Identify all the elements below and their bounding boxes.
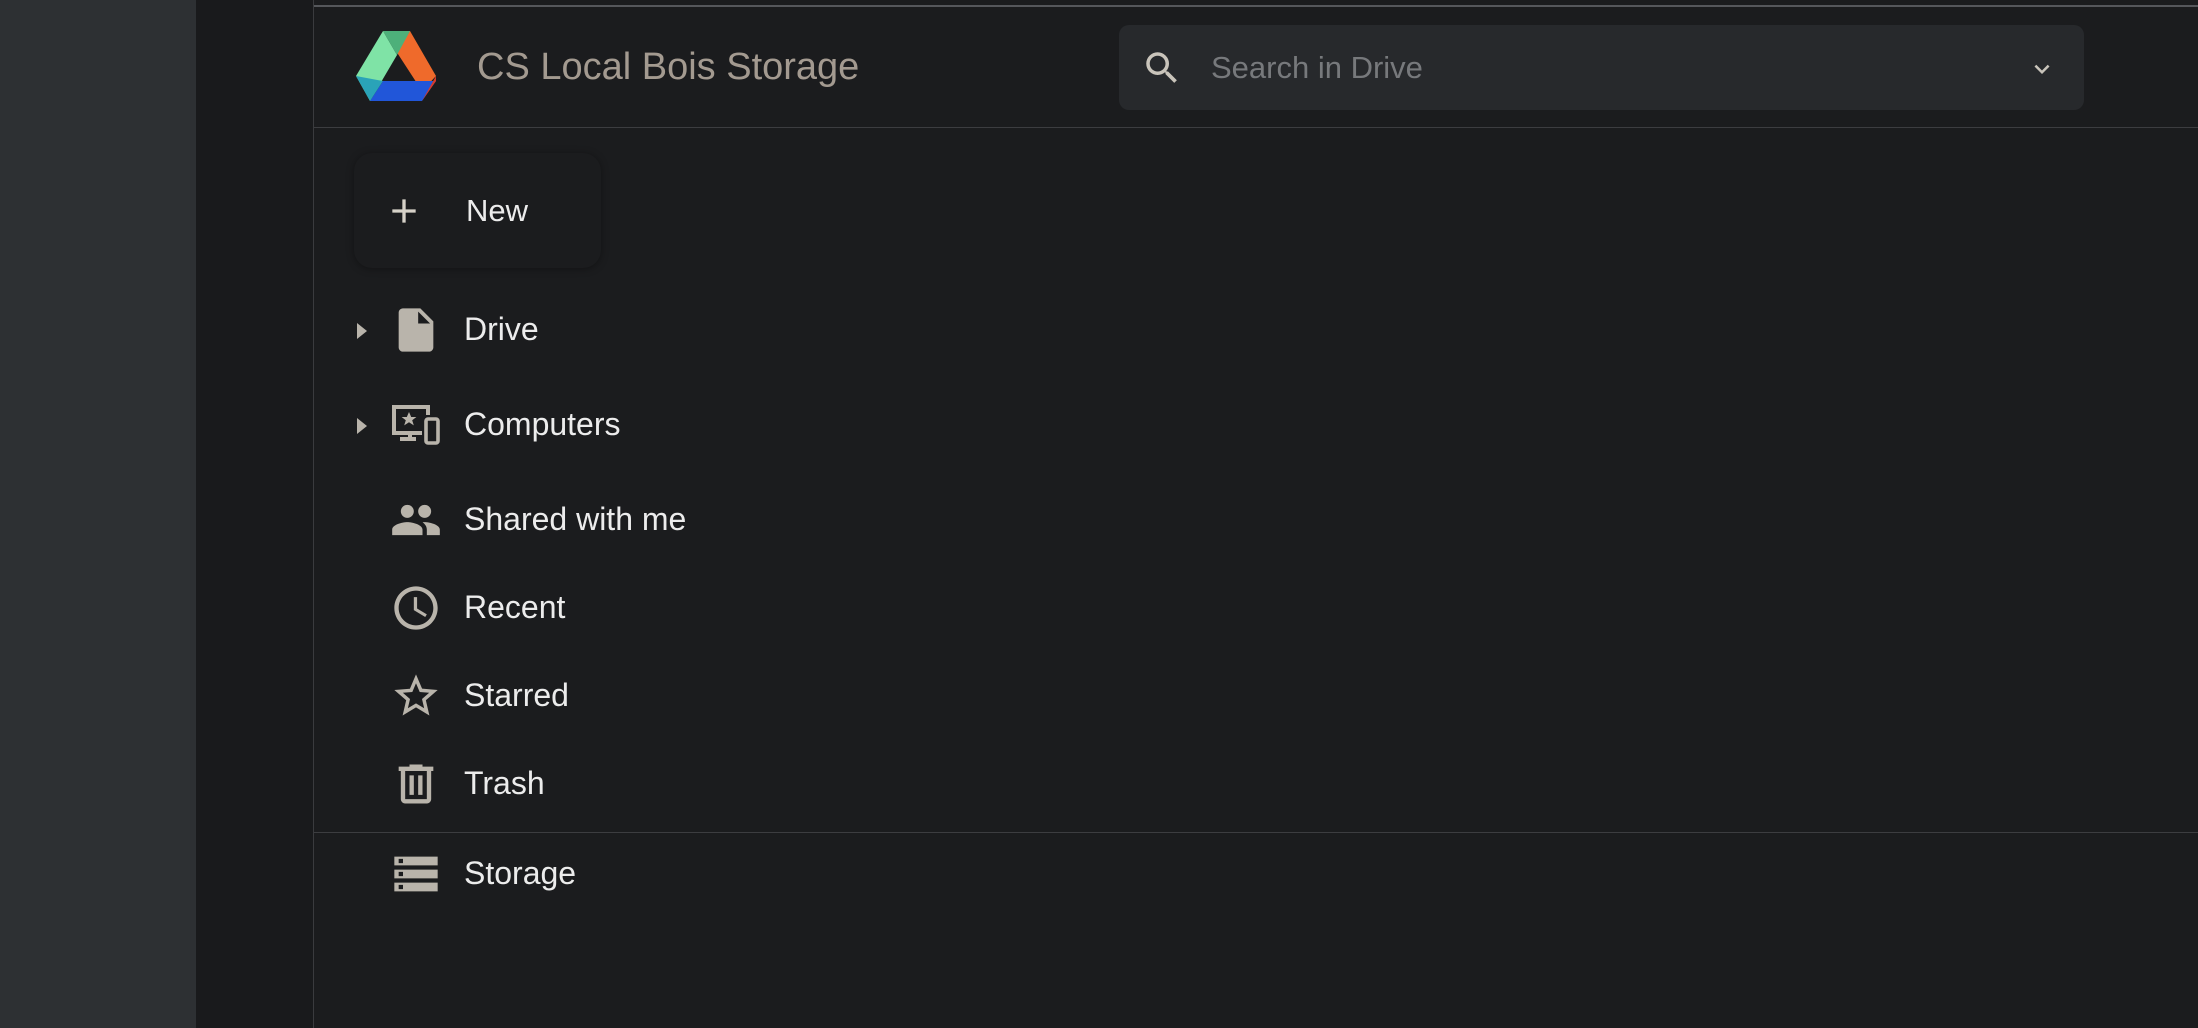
nav-item-shared-with-me[interactable]: Shared with me bbox=[314, 485, 814, 555]
chevron-down-icon[interactable] bbox=[2027, 54, 2057, 84]
clock-icon bbox=[394, 586, 438, 630]
search-input[interactable] bbox=[1209, 39, 1993, 97]
gutter-strip bbox=[196, 0, 313, 1028]
storage-icon bbox=[394, 856, 438, 892]
trash-icon bbox=[398, 764, 434, 804]
computers-icon bbox=[392, 405, 440, 445]
expand-arrow-icon[interactable] bbox=[354, 320, 370, 342]
plus-icon bbox=[392, 199, 416, 223]
header: CS Local Bois Storage bbox=[314, 7, 2198, 128]
new-button[interactable]: New bbox=[354, 153, 601, 268]
nav-item-drive[interactable]: Drive bbox=[314, 295, 814, 365]
nav-item-trash[interactable]: Trash bbox=[314, 749, 814, 819]
top-rule bbox=[314, 0, 2198, 7]
nav-label-recent: Recent bbox=[464, 589, 566, 625]
nav-label-shared-with-me: Shared with me bbox=[464, 501, 687, 537]
nav-label-storage: Storage bbox=[464, 855, 577, 891]
nav-item-computers[interactable]: Computers bbox=[314, 390, 814, 460]
expand-arrow-icon[interactable] bbox=[354, 415, 370, 437]
nav-label-computers: Computers bbox=[464, 406, 621, 442]
left-gutter bbox=[0, 0, 196, 1028]
nav-item-storage[interactable]: Storage bbox=[314, 839, 814, 909]
nav-item-recent[interactable]: Recent bbox=[314, 573, 814, 643]
app-title: CS Local Bois Storage bbox=[477, 46, 860, 88]
drive-app: CS Local Bois Storage New Drive bbox=[313, 0, 2198, 1028]
people-icon bbox=[392, 504, 440, 536]
nav-label-trash: Trash bbox=[464, 765, 545, 801]
nav-divider bbox=[314, 832, 2198, 833]
nav-label-starred: Starred bbox=[464, 677, 569, 713]
star-icon bbox=[394, 674, 438, 716]
nav-label-drive: Drive bbox=[464, 311, 539, 347]
drive-logo-icon[interactable] bbox=[356, 31, 438, 105]
file-icon bbox=[398, 308, 434, 352]
new-button-label: New bbox=[466, 193, 529, 228]
search-icon[interactable] bbox=[1141, 47, 1183, 89]
nav-item-starred[interactable]: Starred bbox=[314, 661, 814, 731]
search-bar[interactable] bbox=[1119, 25, 2084, 110]
